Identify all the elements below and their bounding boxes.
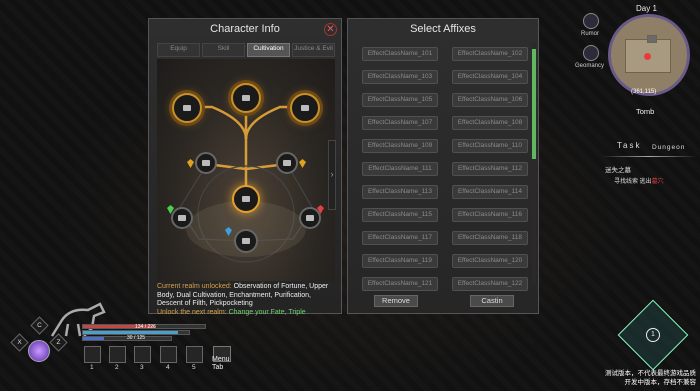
affix-item[interactable]: EffectClassName_105 (362, 93, 438, 107)
minimap[interactable] (608, 14, 690, 96)
red-gem-icon (317, 205, 324, 214)
menu-label: Menu Tab (212, 356, 230, 372)
hotbar-number: 4 (166, 364, 170, 371)
task-objective-text: 寻找线索 逃出 (614, 179, 652, 185)
hotbar-number: 1 (90, 364, 94, 371)
affix-item[interactable]: EffectClassName_107 (362, 116, 438, 130)
disclaimer-line-2: 开发中版本，存档不兼容 (624, 379, 697, 386)
menu-label-text: Menu (212, 356, 230, 363)
affix-item[interactable]: EffectClassName_101 (362, 47, 438, 61)
affix-item[interactable]: EffectClassName_104 (452, 70, 528, 84)
disclaimer-line-1: 测试版本，不代表最终游戏品质 (605, 370, 696, 377)
hotbar-slot-3[interactable] (134, 346, 151, 363)
task-name[interactable]: 迷失之墓 (605, 164, 631, 174)
minimap-room (647, 35, 657, 43)
cultivation-node-left-mid[interactable] (195, 152, 217, 174)
hotbar-number: 3 (140, 364, 144, 371)
cultivation-node-bottom[interactable] (234, 229, 258, 253)
affix-item[interactable]: EffectClassName_108 (452, 116, 528, 130)
affix-item[interactable]: EffectClassName_119 (362, 254, 438, 268)
hotbar-slot-2[interactable] (109, 346, 126, 363)
affix-item[interactable]: EffectClassName_111 (362, 162, 438, 176)
affix-item[interactable]: EffectClassName_122 (452, 277, 528, 291)
stamina-bar-fill (83, 331, 179, 334)
cultivation-node-top-right[interactable] (290, 93, 320, 123)
cultivation-node-top-left[interactable] (172, 93, 202, 123)
affix-list: EffectClassName_101 EffectClassName_102 … (362, 47, 532, 291)
rumor-label: Rumor (581, 31, 600, 37)
affix-item[interactable]: EffectClassName_106 (452, 93, 528, 107)
cultivation-tree (157, 59, 335, 281)
mp-bar-fill (83, 337, 105, 340)
tab-justice-evil[interactable]: Justice & Evil (292, 43, 335, 57)
remove-button[interactable]: Remove (374, 295, 418, 307)
affix-item[interactable]: EffectClassName_120 (452, 254, 528, 268)
affix-item[interactable]: EffectClassName_116 (452, 208, 528, 222)
character-panel-title: Character Info (210, 23, 280, 35)
affix-item[interactable]: EffectClassName_109 (362, 139, 438, 153)
character-portrait[interactable] (28, 340, 50, 362)
affix-item[interactable]: EffectClassName_115 (362, 208, 438, 222)
day-counter: Day 1 (636, 4, 657, 13)
task-objective-target: 墓穴 (651, 179, 664, 185)
affix-scrollbar-thumb[interactable] (532, 49, 536, 159)
location-name: Tomb (636, 107, 655, 116)
hotbar-slot-1[interactable] (84, 346, 101, 363)
task-divider (601, 156, 697, 157)
blue-gem-icon (225, 227, 232, 236)
menu-key-text: Tab (212, 364, 224, 371)
gold-gem-icon (187, 159, 194, 168)
mp-text: 30 / 125 (127, 335, 146, 341)
cultivation-node-top-center[interactable] (231, 83, 261, 113)
affix-item[interactable]: EffectClassName_117 (362, 231, 438, 245)
player-marker-icon (644, 53, 651, 60)
affix-item[interactable]: EffectClassName_112 (452, 162, 528, 176)
affix-item[interactable]: EffectClassName_103 (362, 70, 438, 84)
hotbar-number: 5 (192, 364, 196, 371)
affix-item[interactable]: EffectClassName_102 (452, 47, 528, 61)
green-gem-icon (167, 205, 174, 214)
cultivation-node-left-low[interactable] (171, 207, 193, 229)
hotbar-slot-4[interactable] (160, 346, 177, 363)
expand-arrow-icon[interactable]: › (328, 140, 336, 210)
close-icon[interactable]: ✕ (324, 23, 337, 36)
next-realm-value: Change your Fate, Triple (228, 308, 306, 316)
realm-unlocked-label: Current realm unlocked: (157, 283, 232, 290)
geomancy-label: Geomancy (575, 63, 605, 69)
affix-item[interactable]: EffectClassName_118 (452, 231, 528, 245)
geomancy-icon[interactable] (583, 45, 599, 61)
cultivation-node-center[interactable] (232, 185, 260, 213)
character-info-panel: Character Info ✕ Equip Skill Cultivation… (148, 18, 342, 317)
task-subtitle: Dungeon (652, 144, 686, 151)
tab-cultivation[interactable]: Cultivation (247, 43, 290, 57)
test-version-disclaimer: 测试版本，不代表最终游戏品质 开发中版本，存档不兼容 (605, 369, 696, 387)
select-affixes-panel: Select Affixes EffectClassName_101 Effec… (347, 18, 539, 314)
cultivation-node-right-mid[interactable] (276, 152, 298, 174)
hotbar-number: 2 (115, 364, 119, 371)
affix-panel-title: Select Affixes (410, 23, 476, 35)
tab-skill[interactable]: Skill (202, 43, 245, 57)
hotbar-slot-5[interactable] (186, 346, 203, 363)
cast-button[interactable]: Castin (470, 295, 514, 307)
tab-equip[interactable]: Equip (157, 43, 200, 57)
realm-description: Current realm unlocked: Observation of F… (157, 283, 335, 317)
affix-item[interactable]: EffectClassName_121 (362, 277, 438, 291)
affix-item[interactable]: EffectClassName_113 (362, 185, 438, 199)
affix-item[interactable]: EffectClassName_110 (452, 139, 528, 153)
next-realm-label: Unlock the next realm: (157, 308, 227, 316)
character-tabs: Equip Skill Cultivation Justice & Evil (157, 43, 335, 57)
task-objective: 寻找线索 逃出墓穴 (614, 176, 664, 185)
compass-center-icon: 1 (646, 328, 660, 342)
map-coordinates: (361,115) (631, 89, 657, 95)
task-title: Task (617, 141, 642, 150)
affix-scrollbar[interactable] (532, 43, 536, 283)
rumor-icon[interactable] (583, 13, 599, 29)
affix-item[interactable]: EffectClassName_114 (452, 185, 528, 199)
gold-gem-icon (299, 159, 306, 168)
